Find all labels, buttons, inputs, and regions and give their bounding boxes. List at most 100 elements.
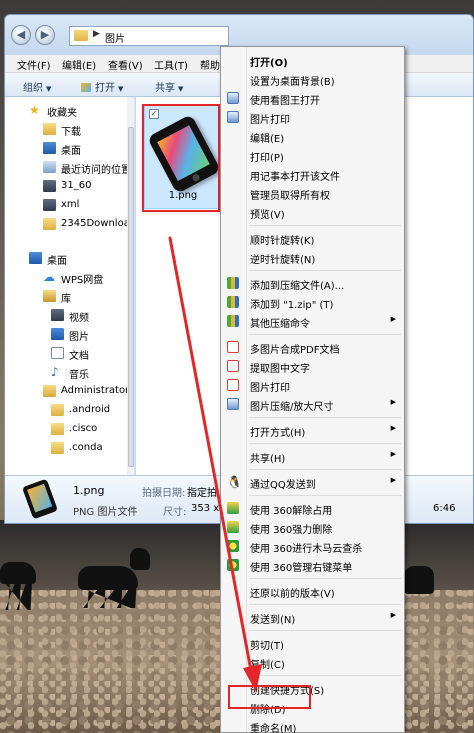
media-icon (43, 180, 56, 192)
nav-item[interactable]: 库 (5, 287, 127, 306)
nav-item[interactable]: 图片 (5, 325, 127, 344)
nav-item[interactable]: 下载 (5, 120, 127, 139)
star-icon: ★ (29, 103, 40, 117)
context-menu-item-label: 管理员取得所有权 (250, 191, 330, 202)
organize-label: 组织 (23, 83, 43, 94)
menu-separator (249, 469, 401, 470)
nav-item[interactable]: 最近访问的位置 (5, 158, 131, 177)
context-menu-item[interactable]: 发送到(N) ▶ (221, 608, 404, 626)
context-menu-item-label: 发送到(N) (250, 615, 296, 626)
context-menu-item[interactable]: 使用看图王打开 (221, 89, 404, 107)
context-menu-item[interactable]: 管理员取得所有权 (221, 184, 404, 202)
context-menu-item-label: 编辑(E) (250, 134, 285, 145)
nav-item-label: 库 (61, 294, 71, 305)
menu-tools[interactable]: 工具(T) (154, 57, 188, 72)
context-menu-item-label: 使用 360解除占用 (250, 506, 333, 517)
context-menu-item-label: 打开方式(H) (250, 428, 306, 439)
menu-edit[interactable]: 编辑(E) (62, 57, 96, 72)
share-button[interactable]: 共享 ▼ (155, 79, 183, 94)
context-menu-item[interactable]: 剪切(T) (221, 634, 404, 652)
submenu-arrow-icon: ▶ (390, 450, 396, 458)
context-menu-item-label: 剪切(T) (250, 641, 284, 652)
menu-help[interactable]: 帮助 (200, 57, 220, 72)
nav-item[interactable]: xml (5, 196, 127, 215)
address-path: 图片 (105, 34, 125, 45)
context-menu-item[interactable]: 还原以前的版本(V) (221, 582, 404, 600)
context-menu-item[interactable]: 添加到压缩文件(A)... (221, 274, 404, 292)
context-menu-item[interactable]: 编辑(E) (221, 127, 404, 145)
nav-item[interactable]: .conda (5, 439, 127, 458)
scrollbar-thumb[interactable] (128, 127, 134, 467)
folder-icon (74, 30, 88, 41)
navigation-scrollbar[interactable] (127, 97, 134, 475)
context-menu-item[interactable]: 使用 360解除占用 (221, 499, 404, 517)
context-menu-item[interactable]: 顺时针旋转(K) (221, 229, 404, 247)
nav-item[interactable]: ★ 收藏夹 (5, 101, 127, 120)
context-menu-item-label: 通过QQ发送到 (250, 480, 316, 491)
user-folder-icon (43, 385, 56, 397)
context-menu-item[interactable]: 其他压缩命令 ▶ (221, 312, 404, 330)
nav-item-label: 图片 (69, 332, 89, 343)
context-menu-item[interactable]: 共享(H) ▶ (221, 447, 404, 465)
nav-item-label: 桌面 (47, 256, 67, 267)
context-menu-item[interactable]: 使用 360强力删除 (221, 518, 404, 536)
media-icon (43, 199, 56, 211)
context-menu-item[interactable]: 提取图中文字 (221, 357, 404, 375)
nav-item[interactable]: .cisco (5, 420, 127, 439)
nav-item[interactable]: 视频 (5, 306, 127, 325)
context-menu-item[interactable]: 用记事本打开该文件 (221, 165, 404, 183)
context-menu-item[interactable]: 打印(P) (221, 146, 404, 164)
nav-item[interactable]: .android (5, 401, 127, 420)
context-menu-item[interactable]: 多图片合成PDF文档 (221, 338, 404, 356)
menu-separator (249, 604, 401, 605)
360-icon (227, 502, 239, 514)
context-menu-item-label: 使用 360管理右键菜单 (250, 563, 353, 574)
360-shield-icon (227, 559, 239, 571)
nav-item[interactable]: 31_60 (5, 177, 127, 196)
menu-separator (249, 334, 401, 335)
menu-view[interactable]: 查看(V) (108, 57, 143, 72)
nav-item[interactable]: 文档 (5, 344, 127, 363)
details-size-label: 尺寸: (163, 507, 187, 518)
desktop-icon (29, 252, 42, 264)
menu-file[interactable]: 文件(F) (17, 57, 51, 72)
nav-item[interactable]: 桌面 (5, 249, 127, 268)
context-menu-item-label: 重命名(M) (250, 724, 297, 733)
context-menu-item[interactable]: 使用 360进行木马云查杀 (221, 537, 404, 555)
address-bar[interactable]: ▶ 图片 (69, 26, 229, 46)
back-button[interactable]: ◀ (11, 25, 31, 45)
menu-separator (249, 417, 401, 418)
context-menu-item[interactable]: 打开(O) (221, 51, 404, 69)
nav-item-label: 桌面 (61, 146, 81, 157)
nav-item[interactable]: ♪ 音乐 (5, 363, 127, 382)
open-app-icon (81, 83, 91, 92)
context-menu-item[interactable]: 打开方式(H) ▶ (221, 421, 404, 439)
context-menu-item[interactable]: 图片压缩/放大尺寸 ▶ (221, 395, 404, 413)
nav-item-label: 2345Downloads (61, 218, 135, 229)
context-menu-item[interactable]: 使用 360管理右键菜单 (221, 556, 404, 574)
context-menu-item[interactable]: 🐧 通过QQ发送到 ▶ (221, 473, 404, 491)
context-menu-item-label: 使用 360强力删除 (250, 525, 333, 536)
context-menu-item[interactable]: 图片打印 (221, 376, 404, 394)
context-menu-item-label: 打开(O) (250, 58, 288, 69)
context-menu-item[interactable]: 设置为桌面背景(B) (221, 70, 404, 88)
chevron-down-icon: ▼ (46, 85, 52, 93)
open-button[interactable]: 打开 ▼ (81, 79, 123, 94)
nav-item-label: 31_60 (61, 180, 92, 191)
nav-item[interactable]: 2345Downloads (5, 215, 134, 234)
nav-item[interactable]: Administrator (5, 382, 129, 401)
context-menu-item[interactable]: 预览(V) (221, 203, 404, 221)
360-shield-icon (227, 540, 239, 552)
folder-icon (51, 404, 64, 416)
organize-button[interactable]: 组织 ▼ (23, 79, 51, 94)
context-menu-item[interactable]: 逆时针旋转(N) (221, 248, 404, 266)
nav-item[interactable]: ☁ WPS网盘 (5, 268, 127, 287)
context-menu-item-label: 预览(V) (250, 210, 285, 221)
nav-item[interactable]: 桌面 (5, 139, 127, 158)
context-menu-item[interactable]: 复制(C) (221, 653, 404, 671)
context-menu-item[interactable]: 重命名(M) (221, 717, 404, 733)
context-menu-item[interactable]: 图片打印 (221, 108, 404, 126)
context-menu-item[interactable]: 添加到 "1.zip" (T) (221, 293, 404, 311)
forward-button[interactable]: ▶ (35, 25, 55, 45)
navigation-pane: ★ 收藏夹 下载 桌面 最近访问的位置 31_60 xml 2345Downloads 桌面 ☁ W… (5, 97, 135, 475)
